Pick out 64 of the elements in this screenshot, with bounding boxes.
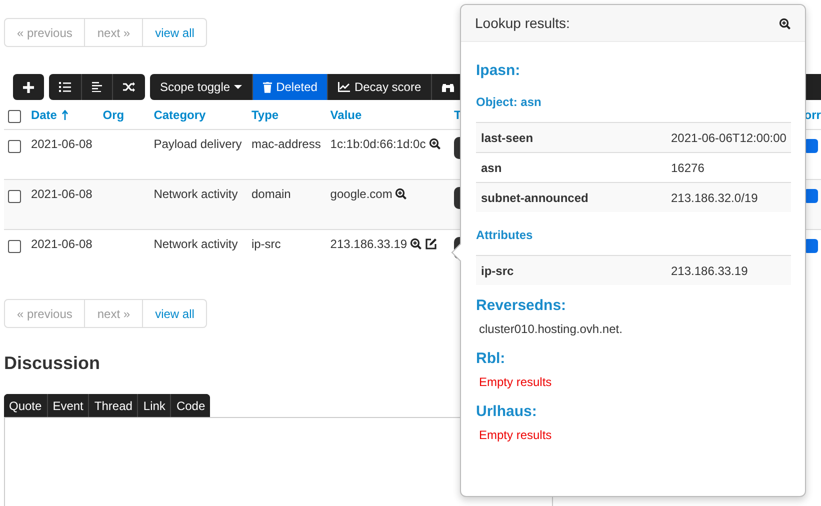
table-cell: 1c:1b:0d:66:1d:0c <box>330 137 426 151</box>
value-cell: 16276 <box>671 160 704 174</box>
table-cell: ip-src <box>251 237 281 251</box>
list-icon <box>59 82 71 92</box>
column-header[interactable]: Category <box>154 108 206 122</box>
popover-title: Lookup results: <box>475 15 570 31</box>
key-cell-text: subnet-announced <box>481 190 590 204</box>
key-cell-text: last-seen <box>481 130 534 144</box>
table-cell: 213.186.33.19 <box>330 237 408 251</box>
column-header[interactable]: Date <box>30 108 68 122</box>
result-text: cluster010.hosting.ovh.net. <box>478 322 624 336</box>
table-cell: Network activity <box>154 187 238 201</box>
plus-icon <box>23 82 34 92</box>
binoculars-icon <box>442 82 454 92</box>
scope-toggle-button[interactable]: Scope toggle <box>150 74 252 100</box>
section-heading: Rbl: <box>476 350 506 367</box>
edit-icon[interactable] <box>425 238 438 250</box>
caret-icon <box>234 85 242 89</box>
deleted-button[interactable]: Deleted <box>252 74 328 100</box>
row-checkbox[interactable] <box>8 240 21 253</box>
table-cell: domain <box>251 187 291 201</box>
subsection-heading: Attributes <box>476 228 534 242</box>
column-header[interactable]: Org <box>102 108 124 122</box>
key-cell-text: ip-src <box>481 264 515 278</box>
shuffle-icon <box>123 82 135 92</box>
value-cell: 213.186.32.0/19 <box>671 190 758 204</box>
section-heading: Ipasn: <box>476 62 522 79</box>
align-button[interactable] <box>81 74 112 100</box>
zoom-in-icon[interactable] <box>779 18 791 30</box>
row-checkbox[interactable] <box>8 140 21 153</box>
zoom-in-icon[interactable] <box>428 138 441 150</box>
sort-arrow-icon <box>62 110 68 120</box>
table-cell: google.com <box>330 187 392 201</box>
decay-score-button[interactable]: Decay score <box>327 74 432 100</box>
row-checkbox[interactable] <box>8 190 21 203</box>
table-cell: Network activity <box>154 237 238 251</box>
column-header[interactable]: Type <box>251 108 279 122</box>
column-header[interactable]: Value <box>330 108 362 122</box>
section-heading: Urlhaus: <box>476 403 538 420</box>
table-cell: mac-address <box>251 137 321 151</box>
section-heading: Reversedns: <box>476 297 568 314</box>
pagination-link[interactable]: view all <box>143 299 208 328</box>
key-cell-text: asn <box>481 160 503 174</box>
discussion-heading: Discussion <box>4 353 100 374</box>
list-button[interactable] <box>49 74 81 100</box>
value-cell: 2021-06-06T12:00:00 <box>671 130 786 144</box>
value-cell: 213.186.33.19 <box>671 264 748 278</box>
table-cell: 2021-06-08 <box>30 237 92 251</box>
empty-results-text: Empty results <box>478 428 553 442</box>
chart-icon <box>338 82 350 92</box>
table-cell: 2021-06-08 <box>30 137 92 151</box>
align-left-icon <box>92 82 102 92</box>
trash-icon <box>263 82 272 92</box>
shuffle-button[interactable] <box>112 74 145 100</box>
add-button[interactable] <box>13 74 44 100</box>
zoom-in-icon[interactable] <box>410 238 422 250</box>
pagination-link[interactable]: view all <box>143 18 208 47</box>
table-cell: 2021-06-08 <box>30 187 92 201</box>
empty-results-text: Empty results <box>478 375 553 389</box>
table-cell: Payload delivery <box>154 137 242 151</box>
select-all-checkbox[interactable] <box>8 110 21 123</box>
subsection-heading: Object: asn <box>476 95 542 109</box>
editor-button[interactable]: Code <box>170 394 210 417</box>
zoom-in-icon[interactable] <box>395 188 408 200</box>
